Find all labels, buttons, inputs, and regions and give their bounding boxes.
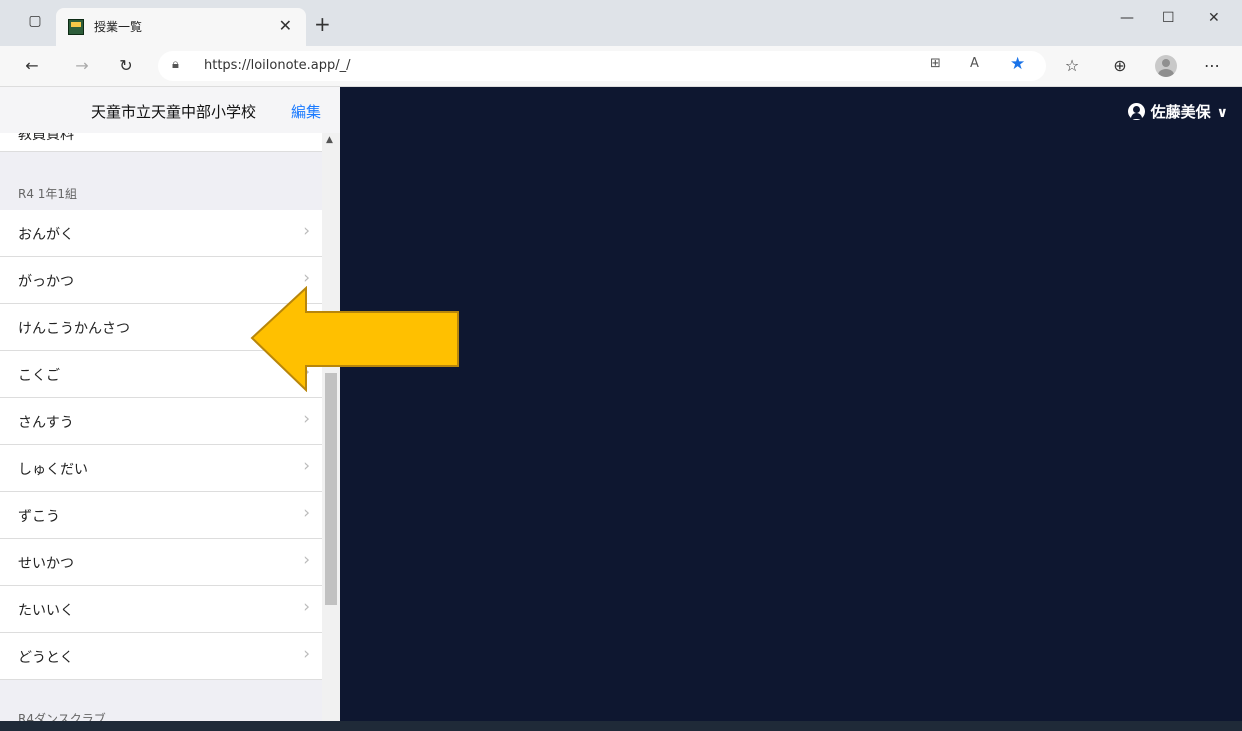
profile-avatar-icon[interactable]: [1155, 55, 1177, 77]
user-menu[interactable]: 佐藤美保 ∨: [1127, 101, 1228, 122]
tab-actions-icon[interactable]: ▢: [24, 10, 46, 32]
class-item[interactable]: さんすう ›: [0, 398, 322, 445]
address-bar[interactable]: 🔒︎ https://loilonote.app/_/ ⊞ A ★: [158, 51, 1046, 81]
read-aloud-icon[interactable]: A: [970, 56, 979, 71]
browser-toolbar: ← → ↻ 🔒︎ https://loilonote.app/_/ ⊞ A ★ …: [0, 46, 1242, 87]
sidebar-scrollbar[interactable]: ▲: [322, 133, 340, 721]
app-favicon-icon: [68, 19, 84, 35]
chevron-right-icon: ›: [303, 597, 310, 617]
taskbar: [0, 721, 1242, 731]
class-item[interactable]: ずこう ›: [0, 492, 322, 539]
maximize-icon[interactable]: ☐: [1162, 10, 1175, 26]
class-item-label: けんこうかんさつ: [18, 321, 130, 337]
browser-tab[interactable]: 授業一覧 ✕: [56, 8, 306, 46]
collections-icon[interactable]: ⊕: [1108, 54, 1132, 78]
chevron-right-icon: ›: [303, 550, 310, 570]
section-header: R4 1年1組: [18, 187, 78, 201]
more-icon[interactable]: ⋯: [1200, 54, 1224, 78]
class-item-label: せいかつ: [18, 556, 74, 572]
school-name: 天童市立天童中部小学校: [91, 103, 257, 121]
class-item[interactable]: せいかつ ›: [0, 539, 322, 586]
section-header: R4ダンスクラブ: [18, 712, 106, 721]
class-item-label: どうとく: [18, 650, 74, 666]
new-tab-icon[interactable]: +: [314, 12, 331, 36]
sidebar-header: 天童市立天童中部小学校 編集: [0, 87, 340, 134]
class-sidebar: 天童市立天童中部小学校 編集 教員資料 R4 1年1組 おんがく › がっかつ › けん…: [0, 87, 340, 721]
chevron-down-icon: ∨: [1216, 105, 1228, 121]
scroll-up-icon[interactable]: ▲: [326, 135, 333, 145]
forward-icon[interactable]: →: [70, 54, 94, 78]
chevron-right-icon: ›: [303, 268, 310, 288]
user-icon: [1127, 103, 1145, 120]
annotation-arrow: [250, 286, 459, 392]
class-list: 教員資料 R4 1年1組 おんがく›がっかつ›けんこうかんさつ›こくご›さんすう…: [0, 133, 322, 721]
list-item[interactable]: 教員資料: [0, 133, 322, 152]
tab-title: 授業一覧: [94, 20, 143, 34]
url-text: https://loilonote.app/_/: [204, 58, 351, 73]
back-icon[interactable]: ←: [20, 54, 44, 78]
tab-close-icon[interactable]: ✕: [279, 16, 292, 35]
user-name: 佐藤美保: [1150, 103, 1211, 121]
chevron-right-icon: ›: [303, 644, 310, 664]
edit-button[interactable]: 編集: [291, 101, 321, 122]
favorite-star-icon[interactable]: ★: [1010, 54, 1025, 74]
class-item[interactable]: しゅくだい ›: [0, 445, 322, 492]
refresh-icon[interactable]: ↻: [114, 54, 138, 78]
class-item-label: おんがく: [18, 227, 74, 243]
class-item[interactable]: おんがく ›: [0, 210, 322, 257]
close-window-icon[interactable]: ✕: [1208, 10, 1220, 26]
class-item[interactable]: どうとく ›: [0, 633, 322, 680]
chevron-right-icon: ›: [303, 409, 310, 429]
class-item-label: しゅくだい: [18, 462, 88, 478]
tab-bar: ▢ 授業一覧 ✕ + — ☐ ✕: [0, 0, 1242, 46]
chevron-right-icon: ›: [303, 221, 310, 241]
class-item[interactable]: たいいく ›: [0, 586, 322, 633]
chevron-right-icon: ›: [303, 503, 310, 523]
class-item-label: たいいく: [18, 603, 74, 619]
lock-icon[interactable]: 🔒︎: [172, 57, 179, 72]
immersive-reader-icon[interactable]: ⊞: [930, 56, 941, 71]
scroll-thumb[interactable]: [325, 373, 337, 605]
class-item-label: こくご: [18, 368, 60, 384]
chevron-right-icon: ›: [303, 456, 310, 476]
main-content: 佐藤美保 ∨: [340, 87, 1242, 721]
class-item-label: ずこう: [18, 509, 60, 525]
class-item-label: がっかつ: [18, 274, 74, 290]
class-item-label: さんすう: [18, 415, 74, 431]
minimize-icon[interactable]: —: [1120, 10, 1134, 26]
favorites-icon[interactable]: ☆: [1060, 54, 1084, 78]
